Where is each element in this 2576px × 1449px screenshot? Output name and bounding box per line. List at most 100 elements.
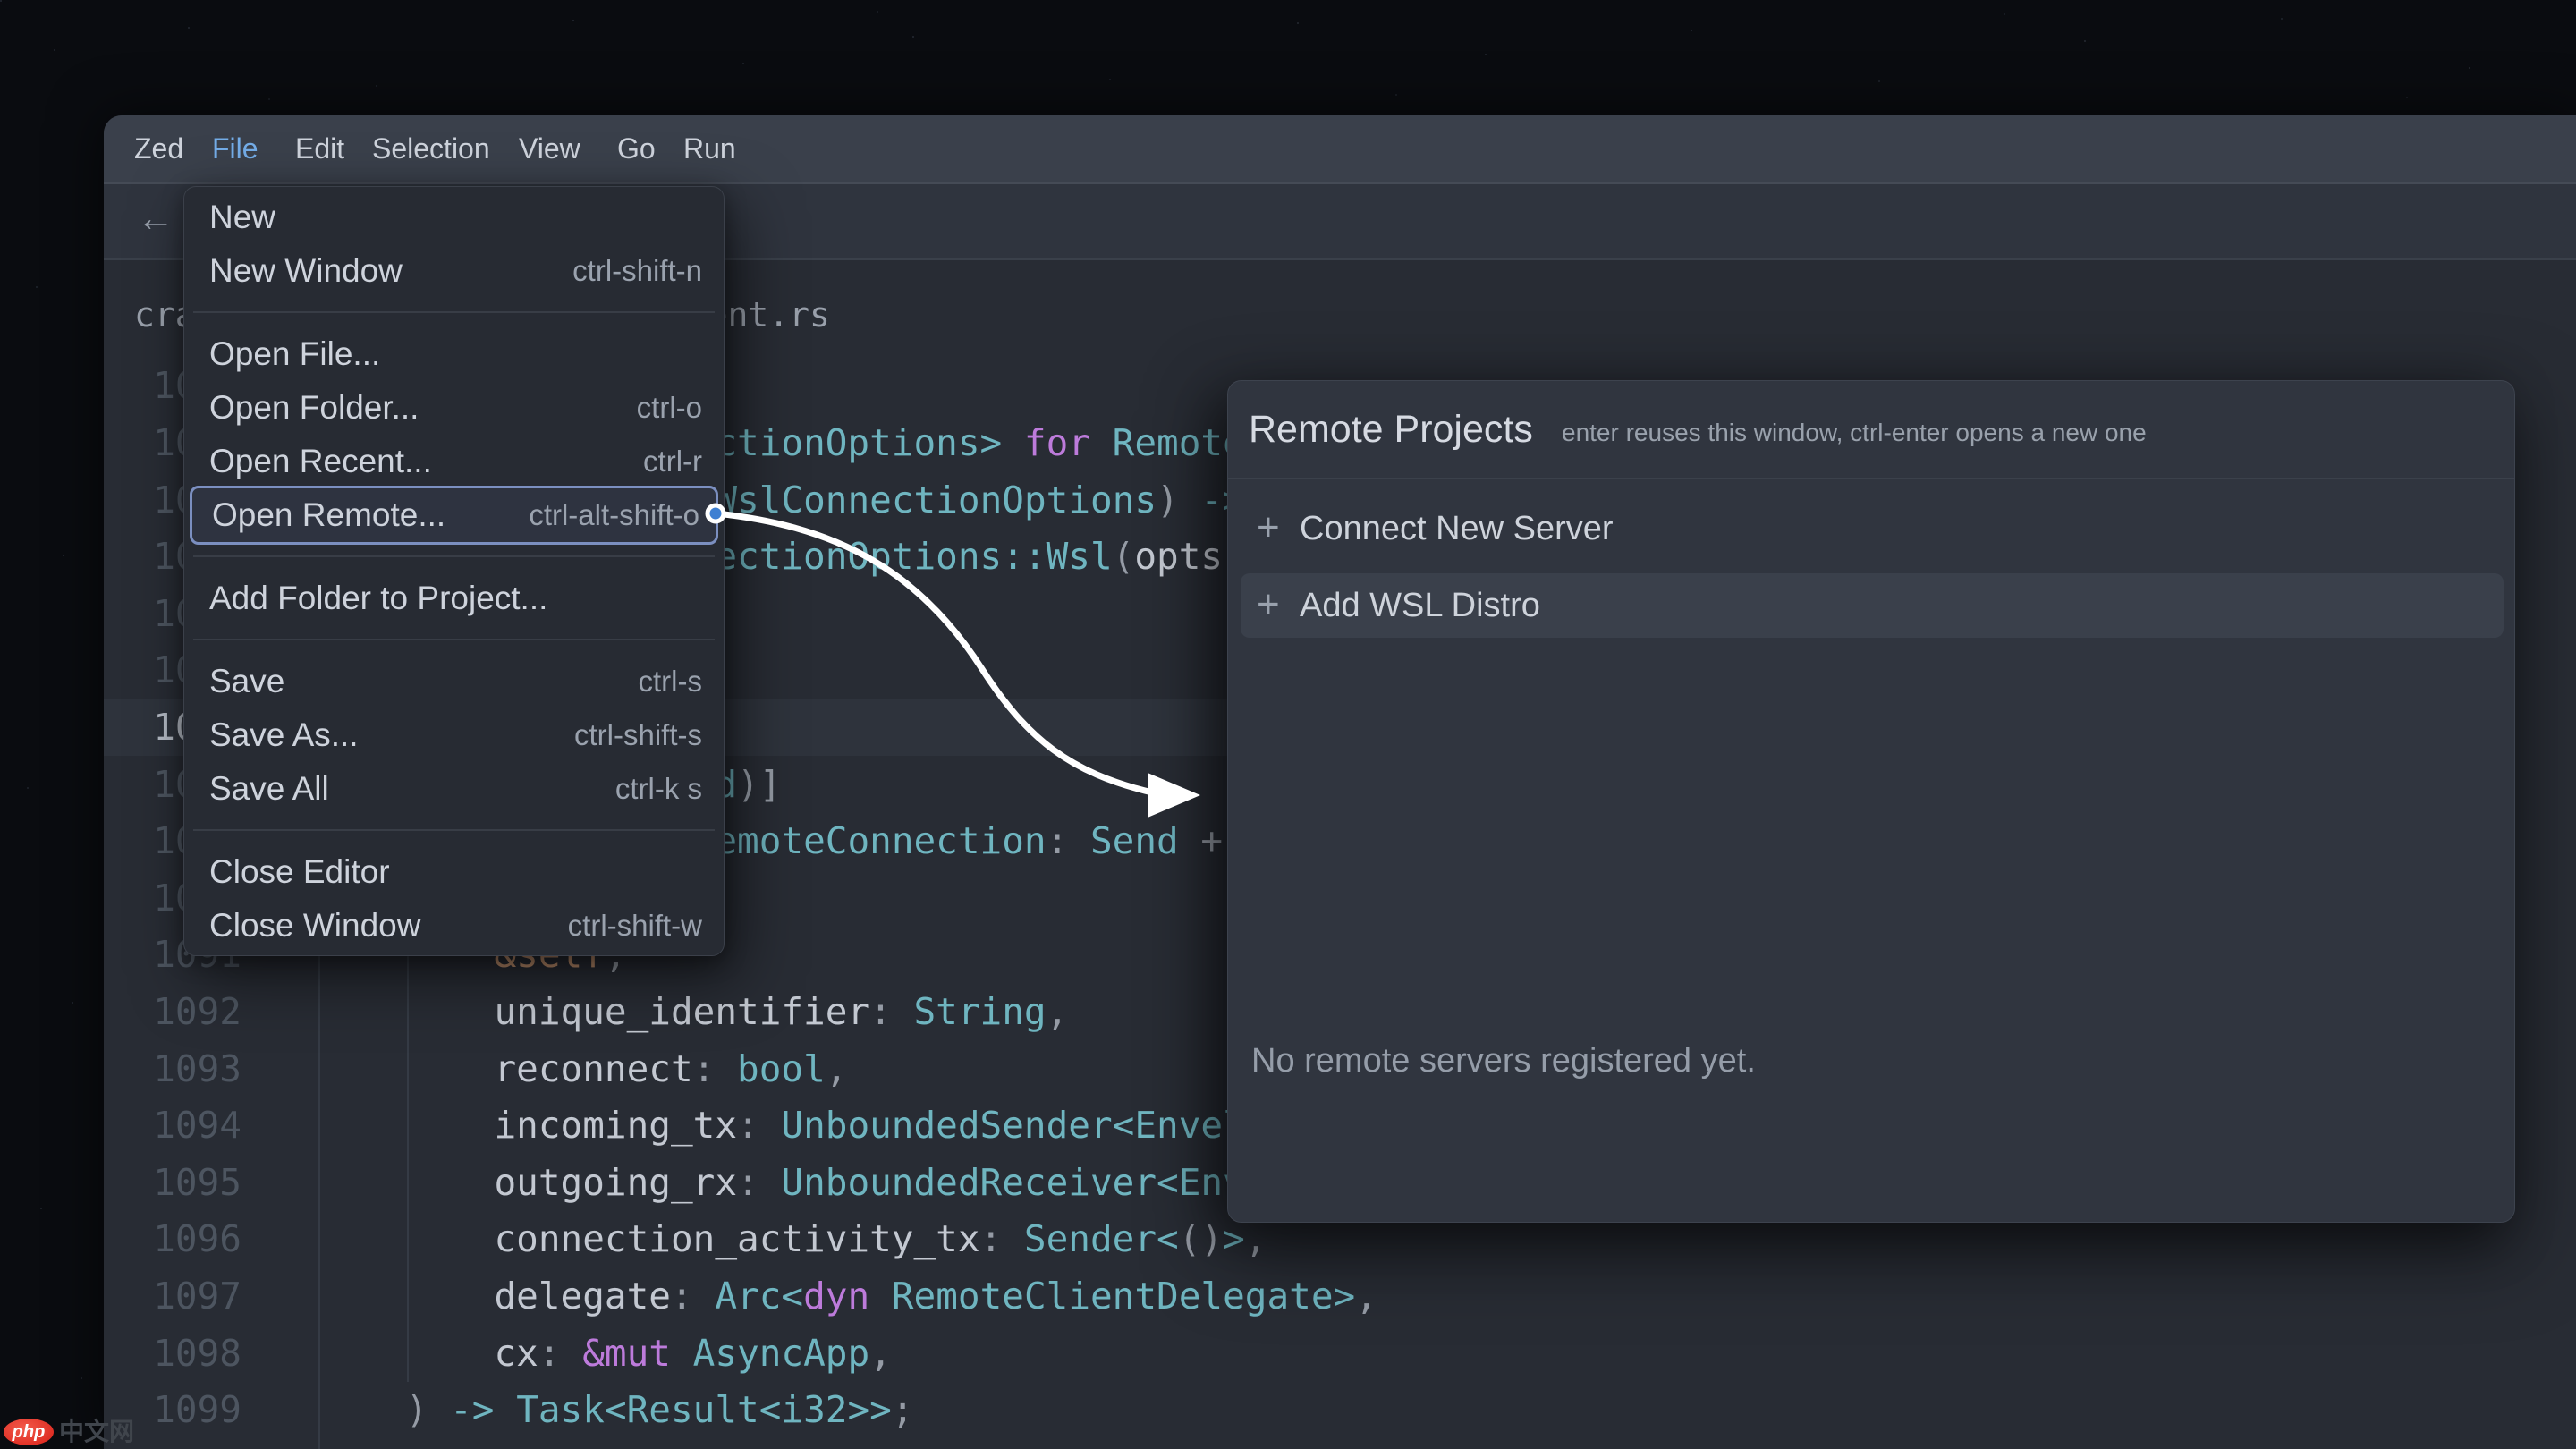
dialog-action-connect-new-server[interactable]: +Connect New Server xyxy=(1241,496,2504,561)
menu-item-shortcut: ctrl-k s xyxy=(615,762,702,816)
code-token: i32 xyxy=(781,1388,847,1431)
code-token: : xyxy=(737,1161,781,1204)
code-token: UnboundedReceiver xyxy=(781,1161,1157,1204)
code-line[interactable]: 1099 ) -> Task<Result<i32>>; xyxy=(0,1381,2576,1438)
code-token: < xyxy=(1157,1161,1179,1204)
code-token: mut xyxy=(605,1332,693,1375)
code-text: delegate: Arc<dyn RemoteClientDelegate>, xyxy=(318,1267,1377,1325)
code-token xyxy=(1090,421,1113,464)
code-token xyxy=(1179,479,1201,521)
menu-item-add-folder-to-project[interactable]: Add Folder to Project... xyxy=(190,572,718,625)
code-token: < xyxy=(1157,1217,1179,1260)
menu-item-label: Open Remote... xyxy=(212,488,445,542)
code-token: < xyxy=(781,1275,803,1318)
code-token: )] xyxy=(737,763,781,806)
code-token: UnboundedSender xyxy=(781,1104,1112,1147)
code-token: , xyxy=(1046,990,1069,1033)
code-token: > xyxy=(980,421,1003,464)
menu-item-close-editor[interactable]: Close Editor xyxy=(190,845,718,899)
menu-item-shortcut: ctrl-s xyxy=(639,655,702,708)
menu-item-shortcut: ctrl-shift-w xyxy=(568,899,702,953)
line-number: 1094 xyxy=(0,1097,242,1154)
code-token: cx xyxy=(494,1332,538,1375)
code-token: reconnect xyxy=(494,1047,692,1090)
code-token xyxy=(318,1047,494,1090)
watermark-text: 中文网 xyxy=(59,1417,134,1447)
menu-item-shortcut: ctrl-o xyxy=(637,381,702,435)
code-token: , xyxy=(1355,1275,1377,1318)
menu-item-close-window[interactable]: Close Window ctrl-shift-w xyxy=(190,899,718,953)
code-token: String xyxy=(914,990,1046,1033)
code-token xyxy=(318,1275,494,1318)
code-token: connection_activity_tx xyxy=(494,1217,979,1260)
menu-separator xyxy=(193,639,715,640)
code-token: outgoing_rx xyxy=(494,1161,737,1204)
code-line[interactable]: 1097 delegate: Arc<dyn RemoteClientDeleg… xyxy=(0,1267,2576,1325)
code-token: Send xyxy=(1090,819,1179,862)
file-menu: NewNew Windowctrl-shift-nOpen File...Ope… xyxy=(183,186,724,956)
code-token: , xyxy=(869,1332,892,1375)
code-text: cx: &mut AsyncApp, xyxy=(318,1325,892,1382)
menu-item-save-as[interactable]: Save As...ctrl-shift-s xyxy=(190,708,718,762)
line-number: 1092 xyxy=(0,983,242,1040)
code-text: incoming_tx: UnboundedSender<Envelope>, xyxy=(318,1097,1355,1154)
code-token: () xyxy=(1179,1217,1223,1260)
code-token: unique_identifier xyxy=(494,990,869,1033)
line-number: 1096 xyxy=(0,1210,242,1267)
menu-item-open-recent[interactable]: Open Recent...ctrl-r xyxy=(190,435,718,488)
code-token: < xyxy=(605,1388,627,1431)
menu-item-label: Open Folder... xyxy=(209,381,419,435)
menu-item-shortcut: ctrl-shift-n xyxy=(572,244,702,298)
menu-item-open-folder[interactable]: Open Folder... ctrl-o xyxy=(190,381,718,435)
menu-item-shortcut: ctrl-shift-s xyxy=(574,708,702,762)
menu-item-label: Close Window xyxy=(209,899,420,953)
dialog-action-label: Add WSL Distro xyxy=(1300,573,1540,638)
menu-item-label: Close Editor xyxy=(209,845,390,899)
code-token: > xyxy=(1334,1275,1356,1318)
menu-item-new[interactable]: New xyxy=(190,191,718,244)
code-text: ) -> Task<Result<i32>>; xyxy=(318,1381,914,1438)
menu-item-label: Add Folder to Project... xyxy=(209,572,547,625)
code-token: : xyxy=(538,1332,582,1375)
menu-item-save-all[interactable]: Save All ctrl-k s xyxy=(190,762,718,816)
remote-projects-dialog: Remote Projects enter reuses this window… xyxy=(1227,380,2515,1223)
empty-state-text: No remote servers registered yet. xyxy=(1251,1029,1756,1093)
code-token: < xyxy=(759,1388,782,1431)
code-token: & xyxy=(582,1332,605,1375)
code-token: :: xyxy=(1002,535,1046,578)
code-token: >> xyxy=(847,1388,891,1431)
code-token xyxy=(318,1161,494,1204)
php-logo-icon: php xyxy=(4,1419,54,1445)
code-token: > xyxy=(1223,1217,1245,1260)
code-token: bool xyxy=(737,1047,826,1090)
code-token: ( xyxy=(1113,535,1135,578)
code-text: connection_activity_tx: Sender<()>, xyxy=(318,1210,1267,1267)
dialog-separator xyxy=(1228,478,2514,479)
code-token: RemoteConnection xyxy=(693,819,1046,862)
code-token: AsyncApp xyxy=(693,1332,869,1375)
line-number: 1097 xyxy=(0,1267,242,1325)
menu-item-open-remote[interactable]: Open Remote...ctrl-alt-shift-o xyxy=(190,486,718,545)
dialog-header: Remote Projects enter reuses this window… xyxy=(1228,381,2514,478)
code-token: : xyxy=(671,1275,715,1318)
menu-item-label: Save All xyxy=(209,762,329,816)
code-token: ; xyxy=(892,1388,914,1431)
menu-item-save[interactable]: Savectrl-s xyxy=(190,655,718,708)
code-token: Arc xyxy=(715,1275,781,1318)
menu-item-open-file[interactable]: Open File... xyxy=(190,327,718,381)
dialog-title: Remote Projects xyxy=(1249,381,1533,478)
code-token: for xyxy=(1024,421,1090,464)
line-number: 1098 xyxy=(0,1325,242,1382)
code-token: , xyxy=(826,1047,848,1090)
code-token xyxy=(318,990,494,1033)
dialog-action-label: Connect New Server xyxy=(1300,496,1614,561)
code-token: : xyxy=(1046,819,1090,862)
desktop: ZedFileEditSelectionViewGoRun ← crates/r… xyxy=(0,0,2576,1449)
code-token: RemoteClientDelegate xyxy=(892,1275,1334,1318)
dialog-action-add-wsl-distro[interactable]: +Add WSL Distro xyxy=(1241,573,2504,638)
code-text: unique_identifier: String, xyxy=(318,983,1068,1040)
code-line[interactable]: 1098 cx: &mut AsyncApp, xyxy=(0,1325,2576,1382)
code-token: < xyxy=(1113,1104,1135,1147)
menu-item-new-window[interactable]: New Windowctrl-shift-n xyxy=(190,244,718,298)
code-token xyxy=(1002,421,1024,464)
